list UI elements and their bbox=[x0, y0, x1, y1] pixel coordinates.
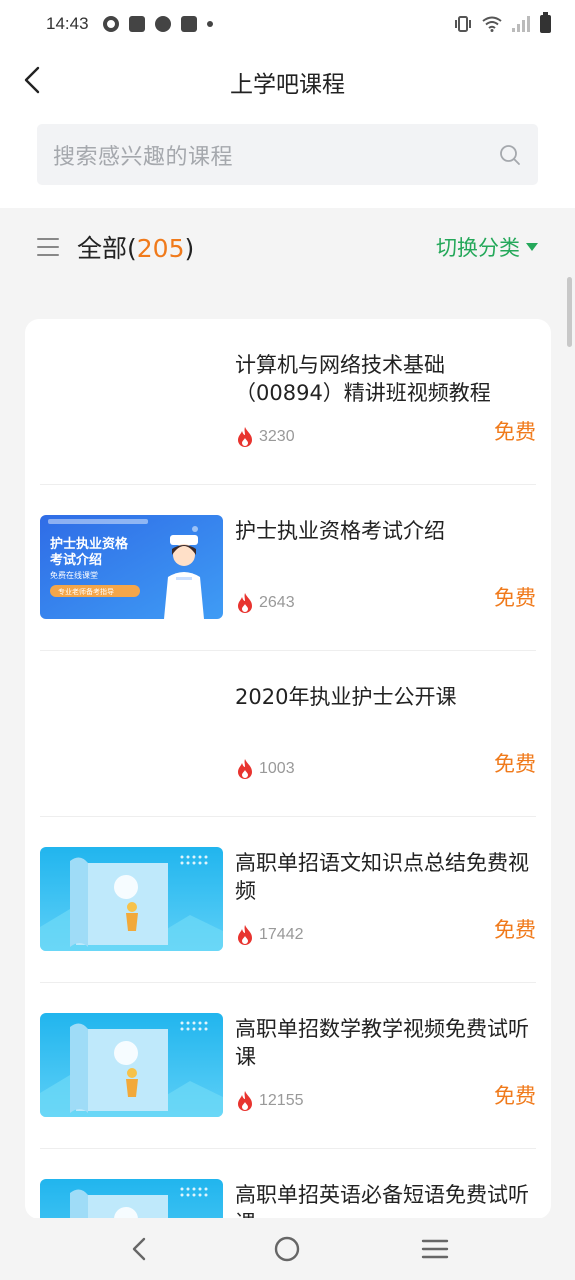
scroll-thumbnail-image bbox=[40, 1179, 223, 1219]
nav-back-icon bbox=[132, 1237, 146, 1261]
all-label-text: 全部( bbox=[77, 234, 137, 263]
view-count: 12155 bbox=[259, 1092, 304, 1109]
course-thumbnail bbox=[40, 681, 223, 785]
course-count: 205 bbox=[136, 234, 185, 263]
course-list: 计算机与网络技术基础（00894）精讲班视频教程 3230 免费 护士执业资格 … bbox=[25, 319, 551, 1219]
search-section: 搜索感兴趣的课程 bbox=[0, 112, 575, 208]
switch-category-button[interactable]: 切换分类 bbox=[436, 232, 538, 262]
course-thumbnail bbox=[40, 349, 223, 453]
nav-back-button[interactable] bbox=[120, 1229, 160, 1269]
all-courses-label: 全部(205) bbox=[77, 229, 194, 265]
course-price: 免费 bbox=[494, 420, 536, 444]
course-title: 高职单招英语必备短语免费试听课 bbox=[235, 1183, 529, 1219]
fire-icon bbox=[238, 1091, 252, 1111]
course-views: 2643 bbox=[235, 592, 295, 614]
scroll-thumbnail-image bbox=[40, 1013, 223, 1117]
signal-icon bbox=[512, 16, 530, 32]
course-price: 免费 bbox=[494, 1084, 536, 1108]
fire-icon bbox=[238, 759, 252, 779]
course-thumbnail bbox=[40, 1179, 223, 1219]
check-icon bbox=[154, 16, 171, 32]
course-views: 3230 bbox=[235, 426, 295, 448]
course-thumbnail: 护士执业资格 考试介绍 免费在线课堂 专业老师备考指导 bbox=[40, 515, 223, 619]
menu-icon[interactable] bbox=[37, 238, 59, 256]
filter-row: 全部(205) 切换分类 bbox=[0, 208, 575, 286]
course-views: 17442 bbox=[235, 924, 304, 946]
app-notification-icon bbox=[180, 16, 197, 32]
settings-icon bbox=[102, 16, 119, 32]
course-views: 1003 bbox=[235, 758, 295, 780]
search-icon[interactable] bbox=[498, 143, 522, 167]
course-title: 护士执业资格考试介绍 bbox=[235, 519, 445, 543]
fire-icon bbox=[238, 925, 252, 945]
view-count: 3230 bbox=[259, 428, 295, 445]
course-title: 计算机与网络技术基础（00894）精讲班视频教程 bbox=[235, 353, 491, 405]
course-price: 免费 bbox=[494, 586, 536, 610]
course-item[interactable]: 高职单招数学教学视频免费试听课 12155 免费 bbox=[40, 983, 536, 1149]
wifi-icon bbox=[482, 16, 502, 32]
course-thumbnail bbox=[40, 847, 223, 951]
dropdown-arrow-icon bbox=[526, 243, 538, 251]
course-item[interactable]: 高职单招英语必备短语免费试听课 bbox=[40, 1149, 536, 1219]
course-price: 免费 bbox=[494, 752, 536, 776]
fire-icon bbox=[238, 427, 252, 447]
nav-home-button[interactable] bbox=[267, 1229, 307, 1269]
course-views: 12155 bbox=[235, 1090, 304, 1112]
thumb-line1: 护士执业资格 bbox=[50, 536, 129, 552]
fire-icon bbox=[238, 593, 252, 613]
page-title: 上学吧课程 bbox=[230, 72, 345, 98]
course-item[interactable]: 计算机与网络技术基础（00894）精讲班视频教程 3230 免费 bbox=[40, 319, 536, 485]
course-thumbnail bbox=[40, 1013, 223, 1117]
nav-home-icon bbox=[275, 1236, 300, 1262]
course-item[interactable]: 护士执业资格 考试介绍 免费在线课堂 专业老师备考指导 护士执业资格考试介绍 2… bbox=[40, 485, 536, 651]
course-title: 高职单招数学教学视频免费试听课 bbox=[235, 1017, 529, 1069]
nav-recents-button[interactable] bbox=[415, 1229, 455, 1269]
system-nav-bar bbox=[0, 1218, 575, 1280]
course-item[interactable]: 高职单招语文知识点总结免费视频 17442 免费 bbox=[40, 817, 536, 983]
view-count: 2643 bbox=[259, 594, 295, 611]
view-count: 17442 bbox=[259, 926, 304, 943]
search-input[interactable]: 搜索感兴趣的课程 bbox=[37, 124, 538, 185]
course-title: 2020年执业护士公开课 bbox=[235, 685, 457, 709]
nav-menu-icon bbox=[421, 1239, 449, 1259]
status-bar: 14:43 bbox=[0, 0, 575, 48]
thumb-line4: 专业老师备考指导 bbox=[58, 587, 114, 596]
nurse-thumbnail-image: 护士执业资格 考试介绍 免费在线课堂 专业老师备考指导 bbox=[40, 515, 223, 619]
status-time: 14:43 bbox=[46, 14, 89, 33]
thumb-line3: 免费在线课堂 bbox=[50, 570, 98, 580]
title-bar: 上学吧课程 bbox=[0, 48, 575, 112]
switch-category-label: 切换分类 bbox=[436, 236, 520, 260]
view-count: 1003 bbox=[259, 760, 295, 777]
course-item[interactable]: 2020年执业护士公开课 1003 免费 bbox=[40, 651, 536, 817]
thumb-line2: 考试介绍 bbox=[50, 552, 102, 568]
battery-icon bbox=[540, 12, 551, 33]
mail-icon bbox=[128, 16, 145, 32]
more-notifications-icon bbox=[206, 21, 213, 27]
course-price: 免费 bbox=[494, 918, 536, 942]
scrollbar[interactable] bbox=[567, 277, 572, 347]
scroll-thumbnail-image bbox=[40, 847, 223, 951]
vibrate-icon bbox=[455, 16, 471, 32]
all-label-close: ) bbox=[184, 234, 195, 263]
search-placeholder: 搜索感兴趣的课程 bbox=[53, 144, 234, 170]
course-title: 高职单招语文知识点总结免费视频 bbox=[235, 851, 529, 903]
status-left: 14:43 bbox=[46, 14, 213, 34]
status-right bbox=[454, 12, 551, 33]
